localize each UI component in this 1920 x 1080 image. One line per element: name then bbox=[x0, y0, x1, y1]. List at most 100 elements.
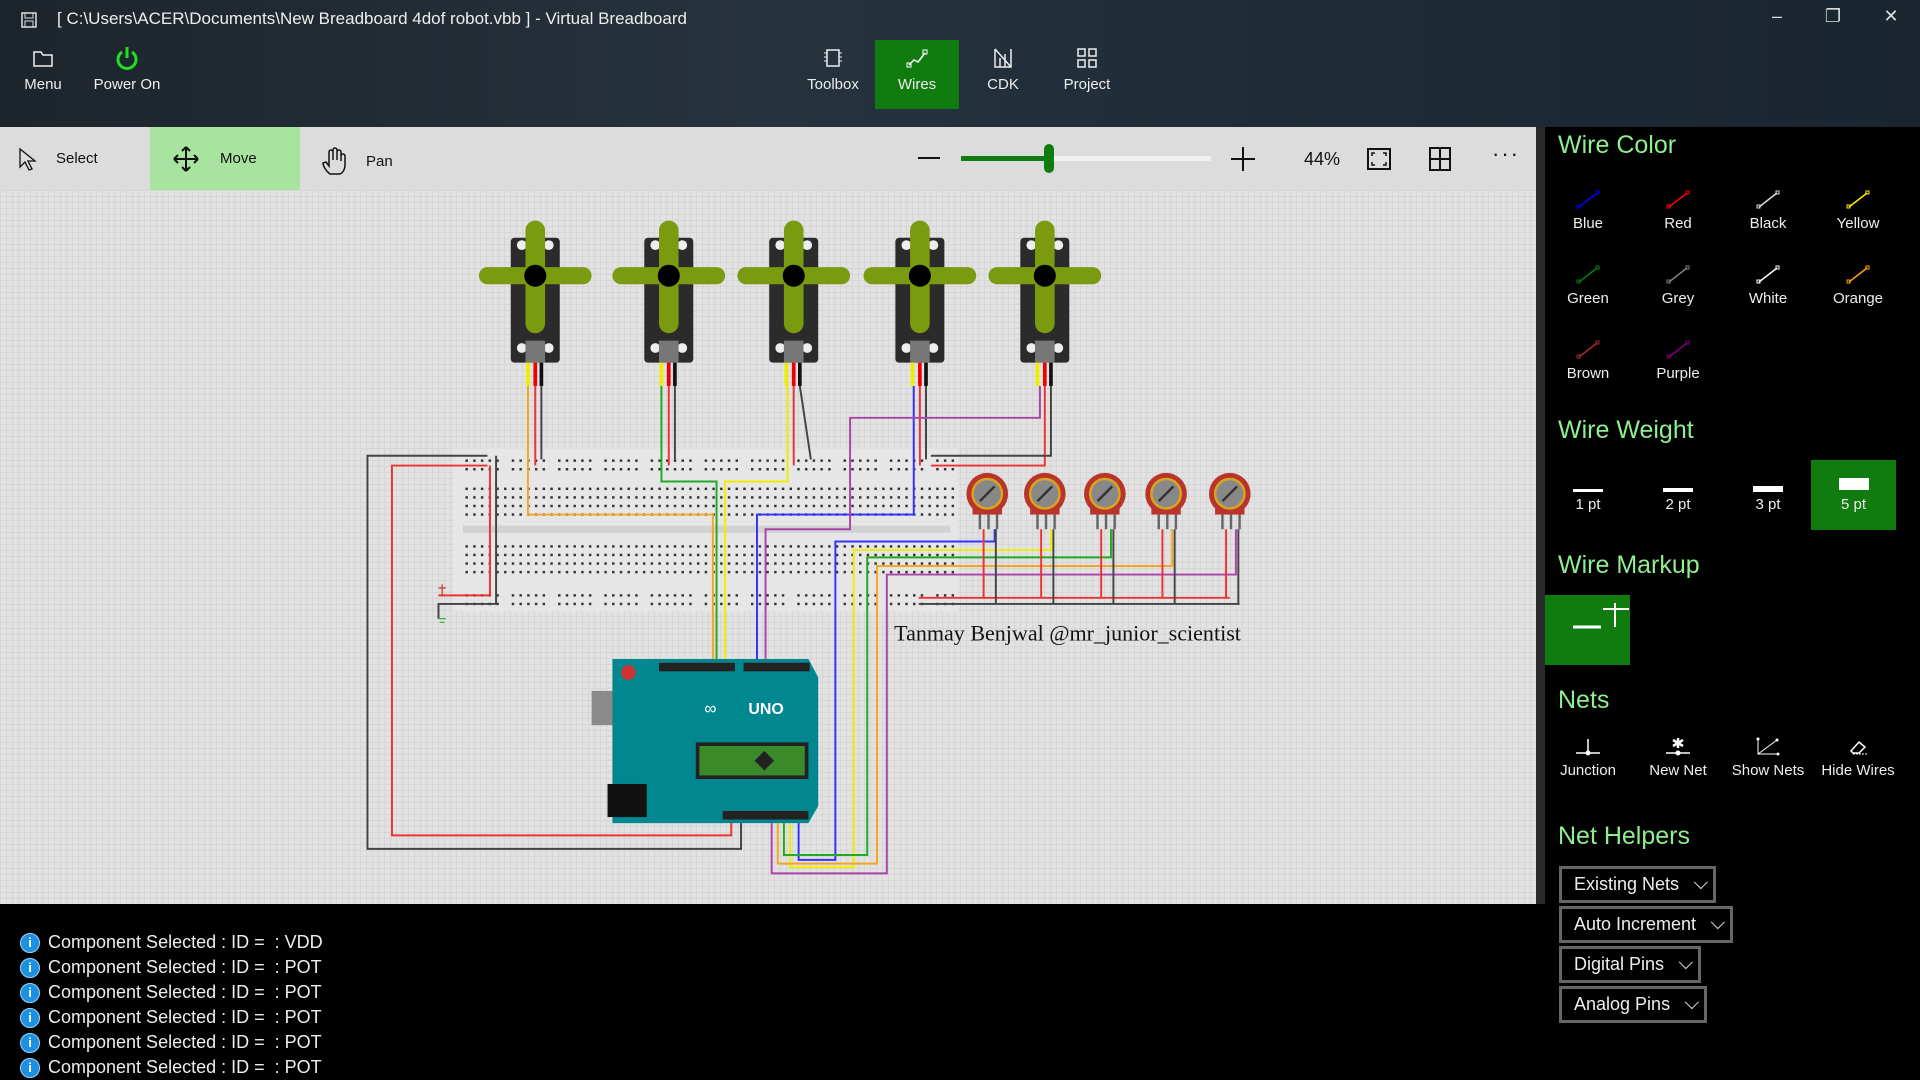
breadboard-canvas[interactable]: ∞ UNO Tanmay Benjwal @mr_junior_scientis… bbox=[0, 190, 1536, 904]
potentiometer[interactable] bbox=[1145, 472, 1187, 530]
breadboard-hole bbox=[666, 553, 669, 557]
breadboard-hole bbox=[712, 459, 715, 462]
dropdown-auto-increment[interactable]: Auto Increment bbox=[1559, 906, 1734, 943]
breadboard-hole bbox=[750, 553, 754, 557]
move-tool[interactable]: Move bbox=[150, 127, 300, 190]
potentiometer[interactable] bbox=[966, 472, 1009, 530]
more-options-button[interactable]: ··· bbox=[1492, 141, 1520, 167]
wire-weight-1[interactable]: 2 pt bbox=[1633, 460, 1723, 530]
breadboard-hole bbox=[720, 504, 723, 508]
breadboard-hole bbox=[534, 545, 538, 548]
minimize-button[interactable]: – bbox=[1762, 6, 1792, 27]
breadboard-hole bbox=[820, 553, 823, 557]
breadboard-hole bbox=[604, 504, 607, 508]
servo-motor[interactable] bbox=[988, 220, 1102, 386]
dropdown-existing-nets[interactable]: Existing Nets bbox=[1559, 866, 1717, 903]
power-on-button[interactable]: Power On bbox=[85, 40, 169, 109]
breadboard-hole bbox=[696, 496, 700, 499]
breadboard-hole bbox=[666, 487, 669, 491]
zoom-out-button[interactable] bbox=[918, 157, 940, 159]
potentiometer[interactable] bbox=[1024, 472, 1066, 530]
arduino-uno[interactable]: ∞ UNO bbox=[591, 659, 819, 824]
wire-color-white[interactable]: White bbox=[1723, 264, 1813, 307]
breadboard-hole bbox=[766, 570, 769, 574]
breadboard-hole bbox=[511, 594, 515, 597]
zoom-in-icon[interactable] bbox=[1230, 146, 1256, 172]
net-junction-button[interactable]: Junction bbox=[1543, 737, 1633, 779]
net-new-net-button[interactable]: New Net bbox=[1633, 737, 1723, 779]
breadboard-hole bbox=[612, 487, 615, 491]
zoom-slider-thumb[interactable] bbox=[1044, 144, 1054, 173]
wire-markup-toggle[interactable] bbox=[1545, 595, 1630, 665]
wire-color-label: Yellow bbox=[1836, 215, 1880, 232]
breadboard-hole bbox=[681, 459, 684, 462]
fit-screen-icon[interactable] bbox=[1367, 148, 1391, 170]
wires-button[interactable]: Wires bbox=[875, 40, 959, 109]
breadboard-hole bbox=[936, 545, 939, 548]
wire-weight-3[interactable]: 5 pt bbox=[1811, 460, 1896, 530]
breadboard[interactable] bbox=[453, 448, 958, 612]
breadboard-hole bbox=[720, 570, 723, 574]
breadboard-hole bbox=[789, 562, 793, 565]
potentiometer[interactable] bbox=[1208, 472, 1251, 530]
net-hide-wires-button[interactable]: Hide Wires bbox=[1813, 737, 1903, 779]
wire-color-red[interactable]: Red bbox=[1633, 189, 1723, 232]
breadboard-hole bbox=[889, 496, 893, 499]
wire-weight-0[interactable]: 1 pt bbox=[1543, 460, 1633, 530]
breadboard-hole bbox=[473, 553, 476, 557]
close-button[interactable]: ✕ bbox=[1876, 6, 1906, 27]
wire-swatch-icon bbox=[1666, 340, 1690, 359]
breadboard-hole bbox=[897, 487, 901, 491]
wire-color-yellow[interactable]: Yellow bbox=[1813, 189, 1903, 232]
wire-color-black[interactable]: Black bbox=[1723, 189, 1813, 232]
wire-color-purple[interactable]: Purple bbox=[1633, 339, 1723, 382]
potentiometer[interactable] bbox=[1084, 472, 1126, 530]
breadboard-hole bbox=[720, 602, 723, 606]
breadboard-hole bbox=[727, 562, 731, 565]
breadboard-hole bbox=[558, 468, 561, 471]
breadboard-hole bbox=[828, 570, 831, 574]
net-show-nets-button[interactable]: Show Nets bbox=[1723, 737, 1813, 779]
cdk-button[interactable]: CDK bbox=[961, 40, 1045, 109]
toolbox-button[interactable]: Toolbox bbox=[791, 40, 875, 109]
wire-color-orange[interactable]: Orange bbox=[1813, 264, 1903, 307]
breadboard-hole bbox=[843, 459, 847, 462]
zoom-slider[interactable] bbox=[961, 144, 1211, 173]
dropdown-analog-pins[interactable]: Analog Pins bbox=[1559, 986, 1708, 1023]
restore-button[interactable]: ❐ bbox=[1818, 6, 1848, 27]
servo-motor[interactable] bbox=[863, 220, 977, 386]
servo-motor[interactable] bbox=[478, 220, 592, 386]
breadboard-hole bbox=[928, 545, 931, 548]
circuit-drawing: ∞ UNO Tanmay Benjwal @mr_junior_scientis… bbox=[366, 220, 1251, 875]
pan-tool[interactable]: Pan bbox=[320, 127, 440, 190]
breadboard-hole bbox=[573, 553, 576, 557]
power-icon bbox=[116, 47, 138, 70]
breadboard-hole bbox=[750, 459, 754, 462]
select-tool[interactable]: Select bbox=[16, 127, 150, 190]
breadboard-hole bbox=[859, 468, 862, 471]
project-button[interactable]: Project bbox=[1045, 40, 1129, 109]
chevron-down-icon bbox=[1684, 994, 1699, 1009]
breadboard-hole bbox=[681, 602, 684, 606]
wire-color-green[interactable]: Green bbox=[1543, 264, 1633, 307]
breadboard-hole bbox=[951, 496, 955, 499]
breadboard-hole bbox=[558, 570, 561, 574]
breadboard-hole bbox=[781, 496, 785, 499]
breadboard-hole bbox=[473, 504, 476, 508]
servo-motor[interactable] bbox=[737, 220, 851, 386]
breadboard-hole bbox=[519, 513, 522, 516]
breadboard-hole bbox=[828, 504, 831, 508]
wire-color-blue[interactable]: Blue bbox=[1543, 189, 1633, 232]
wire[interactable] bbox=[930, 385, 1052, 457]
breadboard-hole bbox=[828, 594, 831, 597]
breadboard-hole bbox=[735, 545, 738, 548]
breadboard-hole bbox=[642, 545, 646, 548]
breadboard-hole bbox=[727, 459, 731, 462]
wire-color-brown[interactable]: Brown bbox=[1543, 339, 1633, 382]
wire-weight-2[interactable]: 3 pt bbox=[1723, 460, 1813, 530]
wire-color-grey[interactable]: Grey bbox=[1633, 264, 1723, 307]
servo-motor[interactable] bbox=[612, 220, 726, 386]
menu-button[interactable]: Menu bbox=[1, 40, 85, 109]
grid-icon[interactable] bbox=[1429, 147, 1451, 171]
dropdown-digital-pins[interactable]: Digital Pins bbox=[1559, 946, 1702, 983]
